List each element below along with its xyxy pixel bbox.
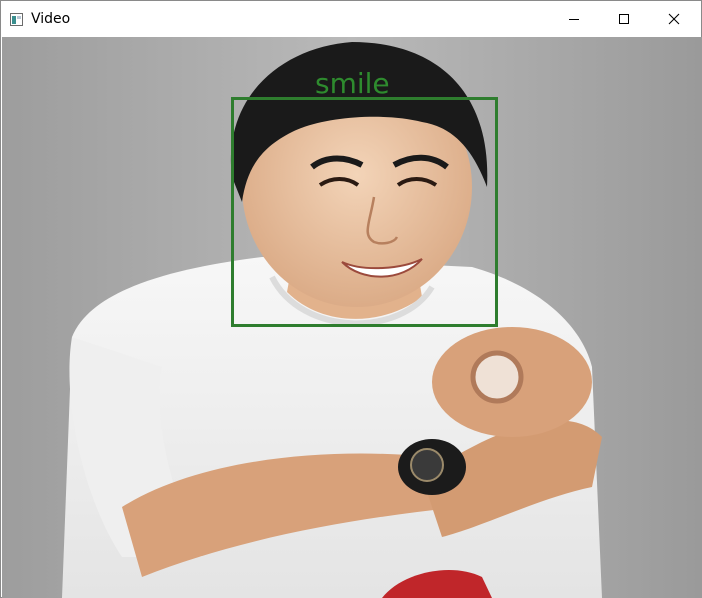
close-icon bbox=[668, 10, 680, 29]
video-window: Video smile bbox=[0, 0, 702, 598]
window-title: Video bbox=[31, 11, 71, 27]
detection-bounding-box bbox=[231, 97, 498, 327]
maximize-icon bbox=[618, 10, 630, 29]
detection-label: smile bbox=[315, 67, 390, 100]
maximize-button[interactable] bbox=[601, 1, 647, 37]
close-button[interactable] bbox=[651, 1, 697, 37]
app-window-icon bbox=[10, 11, 23, 26]
video-frame: smile bbox=[2, 37, 702, 598]
minimize-icon bbox=[568, 10, 580, 29]
title-bar[interactable]: Video bbox=[1, 1, 701, 37]
minimize-button[interactable] bbox=[551, 1, 597, 37]
